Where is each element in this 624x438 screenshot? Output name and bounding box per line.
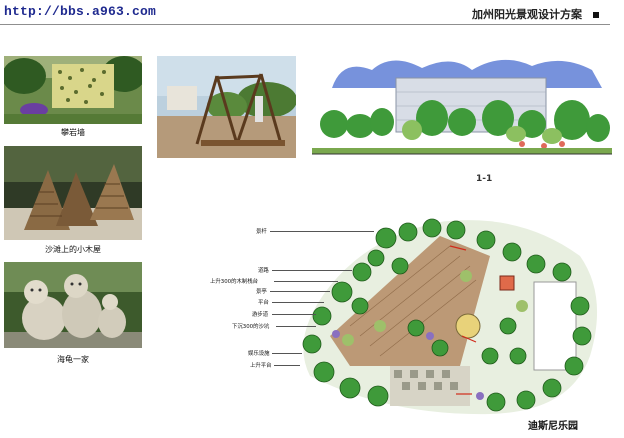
plan-label-walkway: 游步道: [252, 312, 269, 318]
header-divider: [0, 24, 610, 25]
plan-leader-raised-platform: [274, 365, 300, 366]
plan-leader-wood-deck: [274, 281, 338, 282]
plan-label-platform: 平台: [258, 300, 269, 306]
section-elevation: [312, 48, 612, 160]
section-label: 1-1: [476, 174, 493, 184]
plan-label-wood-deck: 上升300的木制栈台: [210, 279, 259, 285]
site-url[interactable]: http://bbs.a963.com: [4, 4, 156, 19]
plan-leader-sandpit: [276, 326, 316, 327]
plan-label-raised-platform: 上升平台: [250, 363, 272, 369]
swing-set-photo: [157, 56, 296, 158]
plan-leader-play-equipment: [272, 353, 302, 354]
turtle-family-photo: [4, 262, 142, 348]
plan-leader-platform: [272, 302, 324, 303]
plan-label-sandpit: 下沉300的沙坑: [232, 324, 270, 330]
page-title: 加州阳光景观设计方案: [472, 8, 582, 21]
plan-label-light-pole: 景杆: [256, 229, 267, 235]
plan-leader-pavilion: [270, 291, 330, 292]
climbing-wall-caption: 攀岩墙: [61, 128, 85, 137]
turtle-caption: 海龟一家: [57, 355, 89, 364]
beach-hut-caption: 沙滩上的小木屋: [45, 245, 101, 254]
plan-leader-road: [272, 270, 352, 271]
plan-label-play-equipment: 娱乐设施: [248, 351, 270, 357]
plan-label-pavilion: 景亭: [256, 289, 267, 295]
title-marker: [593, 12, 599, 18]
beach-hut-photo: [4, 146, 142, 240]
park-name: 迪斯尼乐园: [528, 421, 578, 432]
plan-leader-walkway: [272, 314, 316, 315]
plan-label-road: 道路: [258, 268, 269, 274]
site-plan: [290, 216, 608, 416]
plan-leader-light-pole: [270, 231, 374, 232]
climbing-wall-photo: [4, 56, 142, 124]
